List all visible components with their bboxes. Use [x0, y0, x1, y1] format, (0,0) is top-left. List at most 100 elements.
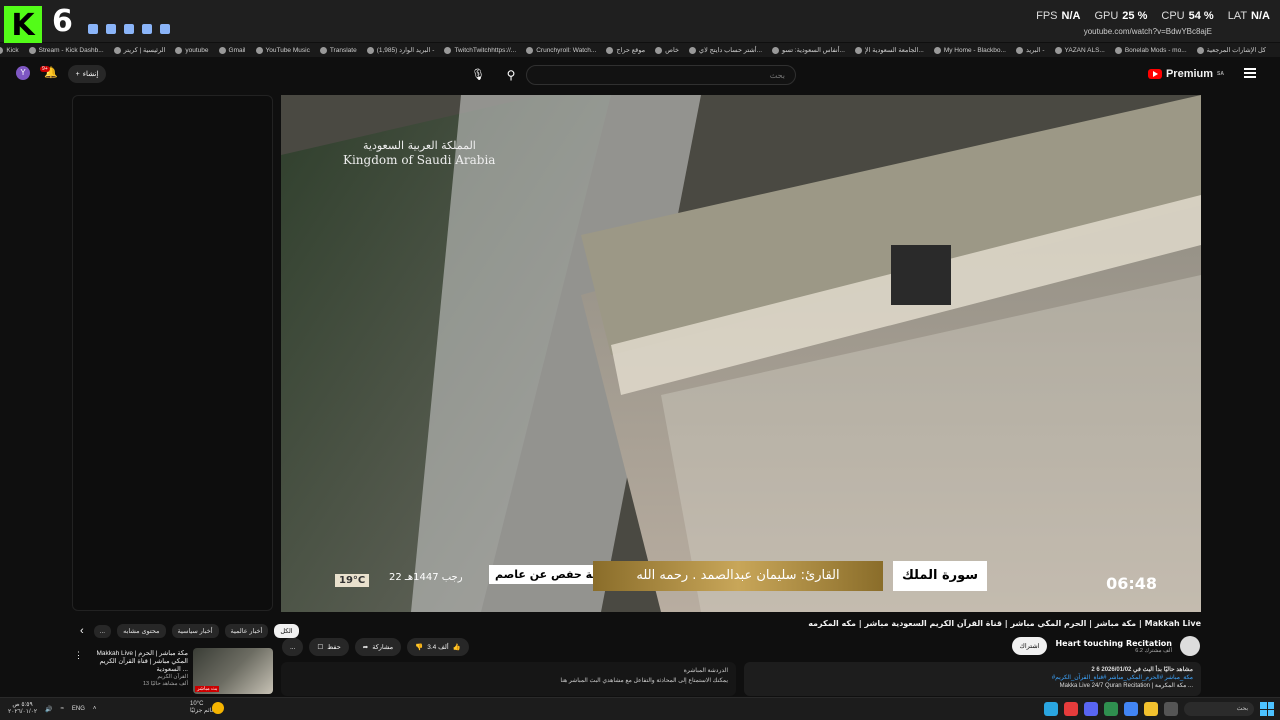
bookmark-label: الرئيسية | كريتر [123, 47, 166, 54]
thumbs-up-icon[interactable]: 👍 [453, 643, 461, 651]
description-hashtags[interactable]: #مكة_مباشر #الحرم_المكي_مباشر #قناة_القر… [752, 674, 1193, 682]
bookmark-favicon-icon [854, 46, 862, 54]
channel-block: اشتراك Heart touching Recitation 6.2 ألف… [1011, 636, 1200, 656]
related-chips: ‹ ... محتوى مشابه أخبار سياسية أخبار عال… [80, 624, 299, 638]
share-icon[interactable] [160, 24, 170, 34]
task-view-icon[interactable] [1164, 702, 1178, 716]
bookmark-item[interactable]: TwitchTwitchhttps://... [444, 46, 517, 54]
bookmark-item[interactable]: Gmail [218, 46, 246, 54]
description-snippet: Makka Live 24/7 Quran Recitation | مكة ا… [1059, 683, 1193, 689]
chevron-left-icon[interactable]: ‹ [80, 625, 84, 637]
weather-widget[interactable]: 10°C غائم جزئيًا [190, 701, 215, 715]
language-indicator[interactable]: ENG [72, 706, 85, 712]
live-chat-title: الدردشة المباشرة [683, 668, 728, 674]
menu-icon[interactable] [1244, 68, 1256, 78]
more-vert-icon[interactable]: ⋮ [74, 650, 83, 661]
windows-taskbar: ٥:٥٩ ص ٢٠٢٦/٠١/٠٢ 🔊 ≈ ENG ˄ 10°C غائم جزئ… [0, 697, 1280, 720]
chrome-icon[interactable] [1124, 702, 1138, 716]
bookmark-label: أنفاس السعودية: تسو... [782, 47, 845, 54]
speaker-icon[interactable]: 🔊 [45, 706, 52, 713]
live-chat[interactable]: الدردشة المباشرة يمكنك الاستمتاع إلى الم… [281, 662, 736, 696]
more-actions-button[interactable]: ... [282, 638, 304, 656]
save-button[interactable]: ☐ حفظ [309, 638, 349, 656]
bookmark-item[interactable]: أشتر حساب دايتج لاي... [689, 46, 762, 54]
subscribe-button[interactable]: اشتراك [1011, 637, 1048, 655]
bookmark-item[interactable]: الرئيسية | كريتر [113, 46, 166, 54]
app-icon[interactable] [1064, 702, 1078, 716]
discord-icon[interactable] [1084, 702, 1098, 716]
chevron-up-icon[interactable]: ˄ [93, 706, 97, 712]
youtube-play-icon [1147, 69, 1162, 79]
bookmark-favicon-icon [0, 46, 4, 54]
like-dislike[interactable]: 👎 3.4 ألف 👍 [407, 638, 469, 656]
create-button[interactable]: + إنشاء [68, 65, 106, 83]
chip-more[interactable]: ... [93, 624, 112, 638]
bookmark-item[interactable]: Translate [319, 46, 357, 54]
bookmark-item[interactable]: الجامعة السعودية الإ... [854, 46, 924, 54]
taskbar-apps: بحث [1044, 702, 1274, 716]
taskbar-search[interactable]: بحث [1184, 702, 1254, 716]
video-actions: ... ☐ حفظ ➦ مشاركة 👎 3.4 ألف 👍 [282, 638, 469, 656]
bookmark-label: كل الإشارات المرجعية [1206, 47, 1266, 54]
taskbar-clock[interactable]: ٥:٥٩ ص ٢٠٢٦/٠١/٠٢ [8, 702, 37, 716]
bookmark-item[interactable]: البريد - [1015, 46, 1045, 54]
bookmark-favicon-icon [772, 46, 780, 54]
channel-avatar[interactable] [1180, 636, 1200, 656]
bookmark-item[interactable]: (1,985) البريد الوارد - [366, 46, 434, 54]
bookmark-item[interactable]: موقع حراج [606, 46, 645, 54]
bookmark-item[interactable]: YAZAN ALS... [1054, 46, 1105, 54]
bookmark-favicon-icon [28, 46, 36, 54]
bookmark-item[interactable]: Stream - Kick Dashb... [28, 46, 104, 54]
youtube-logo[interactable]: Premium SA [1147, 68, 1224, 80]
folder-icon[interactable] [1144, 702, 1158, 716]
windows-start-icon[interactable] [1260, 702, 1274, 716]
wifi-icon[interactable]: ≈ [61, 706, 64, 712]
notification-badge: 9+ [40, 66, 50, 72]
thumbs-down-icon[interactable]: 👎 [415, 643, 423, 651]
extension-icon[interactable] [124, 24, 134, 34]
address-bar[interactable]: youtube.com/watch?v=BdwYBc8ajE [1084, 27, 1212, 36]
bookmark-label: My Home - Blackbo... [943, 46, 1006, 54]
recommended-channel[interactable]: القرآن الكريم [84, 674, 188, 680]
recommended-video[interactable]: ⋮ Makkah Live | مكة مباشر | الحرم المكي … [72, 648, 273, 696]
bookmark-favicon-icon [526, 46, 534, 54]
microphone-icon[interactable]: 🎙 [470, 65, 486, 85]
bookmark-item[interactable]: My Home - Blackbo... [933, 46, 1006, 54]
steam-icon[interactable] [1044, 702, 1058, 716]
stat-fps: FPS N/A [1036, 10, 1081, 22]
extension-icon[interactable] [88, 24, 98, 34]
toolbar-icons [88, 24, 170, 34]
bookmark-item[interactable]: خاص [655, 46, 679, 54]
recommended-thumbnail[interactable]: بث مباشر [193, 648, 273, 694]
bookmark-item[interactable]: YouTube Music [255, 46, 310, 54]
sun-icon [212, 702, 224, 714]
chip-political-news[interactable]: أخبار سياسية [171, 624, 219, 638]
channel-name[interactable]: Heart touching Recitation [1055, 639, 1172, 648]
avatar[interactable]: Y [16, 66, 30, 80]
star-icon[interactable] [142, 24, 152, 34]
bookmark-item[interactable]: أنفاس السعودية: تسو... [772, 46, 845, 54]
surah-label: سورة الملك [893, 561, 987, 591]
chip-similar[interactable]: محتوى مشابه [117, 624, 166, 638]
bookmark-item[interactable]: Bonelab Mods - mo... [1114, 46, 1187, 54]
bookmark-item[interactable]: كل الإشارات المرجعية [1196, 46, 1266, 54]
recommended-title[interactable]: Makkah Live | مكة مباشر | الحرم المكي مب… [84, 650, 188, 674]
chip-all[interactable]: الكل [274, 624, 299, 638]
app-icon[interactable] [1104, 702, 1118, 716]
bookmark-label: Gmail [228, 46, 246, 54]
bookmark-item[interactable]: youtube [175, 46, 209, 54]
bookmark-favicon-icon [1196, 46, 1204, 54]
extension-icon[interactable] [106, 24, 116, 34]
bookmark-label: TwitchTwitchhttps://... [454, 46, 517, 54]
bookmark-item[interactable]: Crunchyroll: Watch... [526, 46, 596, 54]
recommended-views: 13 ألف مشاهد حاليًا [142, 681, 188, 687]
description-box[interactable]: 2 ​6 مشاهد حاليًا بدأ البث في 2026/01/02… [744, 662, 1201, 696]
share-button[interactable]: ➦ مشاركة [354, 638, 402, 656]
bookmark-item[interactable]: Kick [0, 46, 19, 54]
chip-world-news[interactable]: أخبار عالمية [224, 624, 269, 638]
bookmark-label: Translate [329, 46, 357, 54]
search-icon[interactable]: ⚲ [500, 65, 522, 85]
search-input[interactable] [526, 65, 796, 85]
video-player[interactable]: المملكة العربية السعودية Kingdom of Saud… [281, 95, 1201, 612]
bookmark-label: Bonelab Mods - mo... [1124, 46, 1187, 54]
